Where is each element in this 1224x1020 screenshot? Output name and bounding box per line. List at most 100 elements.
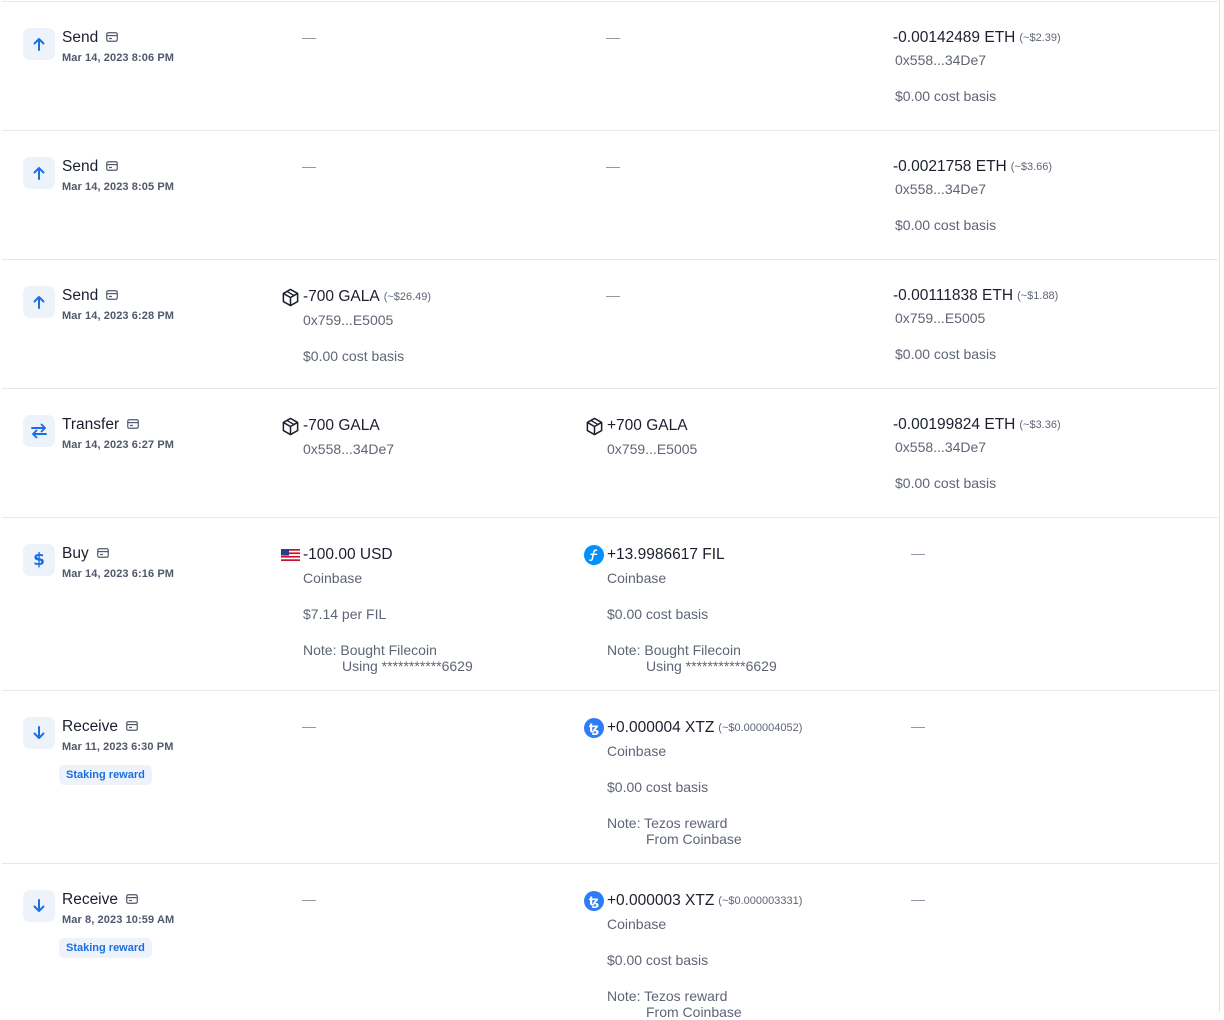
- receive-arrow-down-icon: [23, 890, 55, 922]
- transaction-type: Send: [62, 287, 99, 304]
- wallet-icon: [96, 545, 109, 563]
- receive-arrow-down-icon: [23, 717, 55, 749]
- transaction-date: Mar 8, 2023 10:59 AM: [62, 914, 175, 926]
- empty-dash: —: [302, 891, 316, 907]
- transaction-type-cell: Send Mar 14, 2023 8:06 PM: [62, 29, 174, 64]
- transaction-type: Send: [62, 158, 99, 175]
- received-source: Coinbase: [607, 743, 667, 759]
- svg-text:ꜩ: ꜩ: [589, 895, 599, 909]
- note-line-2: Using ***********6629: [342, 658, 473, 674]
- received-source: Coinbase: [607, 570, 667, 586]
- received-amount: +0.000004 XTZ: [607, 719, 715, 736]
- transaction-date: Mar 14, 2023 8:06 PM: [62, 52, 175, 64]
- us-flag-icon: [280, 545, 300, 565]
- note-line-1: Note: Bought Filecoin: [303, 642, 437, 658]
- filecoin-icon: [584, 545, 604, 565]
- fee-cell: -0.0021758 ETH (~$3.66) 0x558...34De7 $0.…: [893, 158, 1052, 233]
- fee-cell: —: [911, 718, 925, 736]
- fee-address[interactable]: 0x759...E5005: [895, 310, 1058, 326]
- note-line-1: Note: Bought Filecoin: [607, 642, 741, 658]
- sent-cell: -700 GALA 0x558...34De7: [280, 416, 394, 457]
- received-cell: ꜩ +0.000003 XTZ (~$0.000003331) Coinbase …: [584, 891, 802, 1020]
- sent-cell: —: [302, 891, 316, 909]
- received-amount: +700 GALA: [607, 417, 688, 434]
- fee-amount: -0.00142489 ETH: [893, 29, 1016, 46]
- transaction-row[interactable]: $ Buy Mar 14, 2023 6:16 PM -100.00 USD C…: [2, 518, 1218, 691]
- fee-usd: (~$3.36): [1019, 419, 1061, 431]
- empty-dash: —: [606, 287, 620, 303]
- received-cell: +13.9986617 FIL Coinbase $0.00 cost basi…: [584, 545, 777, 674]
- note-line-1: Note: Tezos reward: [607, 815, 728, 831]
- empty-dash: —: [911, 545, 925, 561]
- wallet-icon: [126, 718, 138, 736]
- fee-cost-basis: $0.00 cost basis: [895, 475, 997, 491]
- transaction-type-cell: Transfer Mar 14, 2023 6:27 PM: [62, 416, 174, 451]
- fee-cell: -0.00199824 ETH (~$3.36) 0x558...34De7 $0…: [893, 416, 1061, 491]
- transaction-row[interactable]: Send Mar 14, 2023 6:28 PM -700 GALA (~$26…: [2, 260, 1218, 389]
- transfer-arrows-icon: [23, 415, 55, 447]
- svg-text:ꜩ: ꜩ: [589, 722, 599, 736]
- fee-address[interactable]: 0x558...34De7: [895, 181, 1052, 197]
- note-line-2: From Coinbase: [646, 831, 742, 847]
- sent-rate: $7.14 per FIL: [303, 606, 387, 622]
- transaction-row[interactable]: Send Mar 14, 2023 8:06 PM — — -0.0014248…: [2, 2, 1218, 131]
- sent-cost-basis: $0.00 cost basis: [303, 348, 405, 364]
- empty-dash: —: [911, 718, 925, 734]
- fee-amount: -0.0021758 ETH: [893, 158, 1007, 175]
- wallet-icon: [106, 158, 119, 176]
- transaction-row[interactable]: Transfer Mar 14, 2023 6:27 PM -700 GALA …: [2, 389, 1218, 518]
- sent-amount: -100.00 USD: [303, 546, 393, 563]
- wallet-icon: [106, 287, 119, 305]
- transaction-type: Receive: [62, 891, 118, 908]
- received-note: Note: Tezos reward From Coinbase: [607, 988, 802, 1020]
- received-cell: ꜩ +0.000004 XTZ (~$0.000004052) Coinbase …: [584, 718, 802, 847]
- sent-amount: -700 GALA: [303, 417, 380, 434]
- received-usd: (~$0.000004052): [718, 722, 803, 734]
- received-cost-basis: $0.00 cost basis: [607, 952, 709, 968]
- transaction-date: Mar 14, 2023 6:28 PM: [62, 310, 175, 322]
- send-arrow-up-icon: [23, 286, 55, 318]
- received-cell: —: [606, 158, 620, 176]
- transaction-date: Mar 14, 2023 6:27 PM: [62, 439, 175, 451]
- received-note: Note: Bought Filecoin Using ***********6…: [607, 642, 777, 674]
- sent-cell: -700 GALA (~$26.49) 0x759...E5005 $0.00 c…: [280, 287, 431, 364]
- fee-cell: —: [911, 545, 925, 563]
- transaction-date: Mar 14, 2023 8:05 PM: [62, 181, 175, 193]
- transaction-row[interactable]: Receive Mar 11, 2023 6:30 PM Staking rew…: [2, 691, 1218, 864]
- note-line-1: Note: Tezos reward: [607, 988, 728, 1004]
- transaction-row[interactable]: Send Mar 14, 2023 8:05 PM — — -0.0021758…: [2, 131, 1218, 260]
- fee-cell: -0.00142489 ETH (~$2.39) 0x558...34De7 $0…: [893, 29, 1061, 104]
- transaction-type-cell: Send Mar 14, 2023 6:28 PM: [62, 287, 174, 322]
- transaction-type-cell: Receive Mar 11, 2023 6:30 PM Staking rew…: [59, 718, 173, 785]
- transaction-type: Transfer: [62, 416, 120, 433]
- transaction-row[interactable]: Receive Mar 8, 2023 10:59 AM Staking rew…: [2, 864, 1218, 1020]
- sent-address[interactable]: 0x558...34De7: [303, 441, 394, 457]
- sent-address[interactable]: 0x759...E5005: [303, 312, 431, 328]
- fee-cell: —: [911, 891, 925, 909]
- tezos-icon: ꜩ: [584, 718, 604, 738]
- received-address[interactable]: 0x759...E5005: [607, 441, 697, 457]
- received-amount: +0.000003 XTZ: [607, 892, 715, 909]
- fee-cost-basis: $0.00 cost basis: [895, 346, 997, 362]
- note-line-2: Using ***********6629: [646, 658, 777, 674]
- fee-usd: (~$1.88): [1017, 290, 1059, 302]
- received-cost-basis: $0.00 cost basis: [607, 606, 709, 622]
- empty-dash: —: [606, 29, 620, 45]
- send-arrow-up-icon: [23, 28, 55, 60]
- empty-dash: —: [302, 718, 316, 734]
- gala-icon: [280, 287, 300, 307]
- received-usd: (~$0.000003331): [718, 895, 803, 907]
- empty-dash: —: [302, 29, 316, 45]
- fee-amount: -0.00199824 ETH: [893, 416, 1016, 433]
- transaction-type-cell: Buy Mar 14, 2023 6:16 PM: [62, 545, 174, 580]
- transaction-type: Receive: [62, 718, 118, 735]
- wallet-icon: [126, 891, 138, 909]
- empty-dash: —: [302, 158, 316, 174]
- fee-address[interactable]: 0x558...34De7: [895, 52, 1061, 68]
- sent-amount: -700 GALA: [303, 288, 380, 305]
- wallet-icon: [106, 29, 119, 47]
- fee-address[interactable]: 0x558...34De7: [895, 439, 1061, 455]
- received-cost-basis: $0.00 cost basis: [607, 779, 709, 795]
- transaction-type: Buy: [62, 545, 89, 562]
- gala-icon: [584, 416, 604, 436]
